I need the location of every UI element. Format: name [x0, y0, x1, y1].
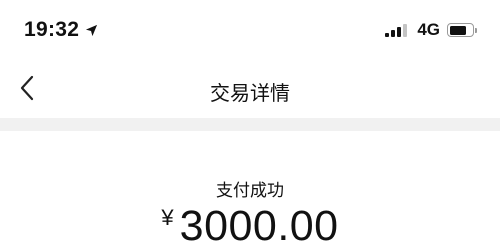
time-text: 19:32 — [24, 18, 80, 41]
location-arrow-icon — [86, 24, 98, 36]
amount-row: ¥3000.00 — [0, 202, 500, 250]
battery-icon — [447, 23, 477, 37]
currency-symbol: ¥ — [161, 205, 174, 230]
payment-status: 支付成功 — [216, 181, 284, 200]
battery-level — [449, 25, 466, 35]
network-type: 4G — [417, 20, 440, 39]
payment-amount: 3000.00 — [179, 202, 339, 250]
nav-bar: 交易详情 — [0, 60, 500, 118]
section-divider — [0, 118, 500, 131]
status-indicators: 4G — [385, 20, 477, 40]
status-time: 19:32 — [24, 18, 98, 42]
screen: 19:32 4G 交易详情 支付成功 ¥3000.00 — [0, 0, 500, 250]
page-title: 交易详情 — [210, 83, 290, 105]
cellular-signal-icon — [385, 23, 409, 37]
status-bar: 19:32 4G — [0, 0, 500, 60]
